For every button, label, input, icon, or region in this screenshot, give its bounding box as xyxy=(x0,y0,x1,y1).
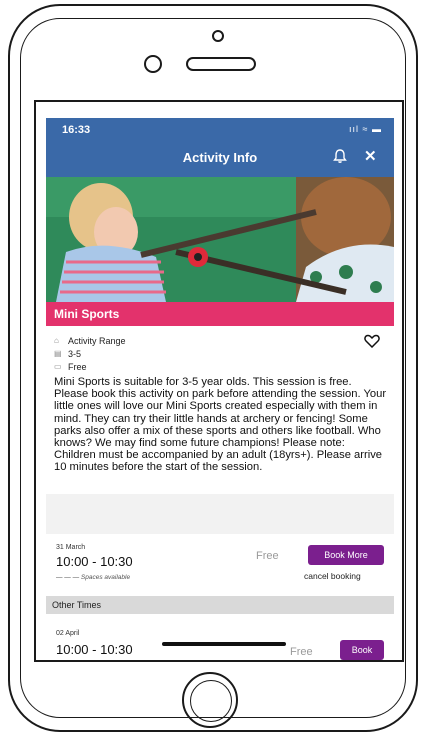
slot-date: 31 March xyxy=(56,544,86,551)
meta-ages-label: 3-5 xyxy=(68,348,82,359)
home-button[interactable] xyxy=(182,672,238,728)
other-slot-date: 02 April xyxy=(56,630,80,637)
section-divider xyxy=(46,494,394,534)
camera-icon xyxy=(212,30,224,42)
meta-price-label: Free xyxy=(68,361,87,372)
category-icon: ⌂ xyxy=(54,336,59,345)
slot-spaces-available: — — — Spaces available xyxy=(56,574,131,581)
close-icon[interactable]: ✕ xyxy=(364,147,377,165)
meta-price: ▭ Free xyxy=(54,360,126,373)
heart-icon[interactable] xyxy=(364,334,380,348)
book-more-button[interactable]: Book More xyxy=(308,545,384,565)
slot-time: 10:00 - 10:30 xyxy=(56,554,133,569)
speaker-grille xyxy=(186,57,256,71)
cancel-booking-link[interactable]: cancel booking xyxy=(304,571,361,581)
status-signal-wifi-battery-icon: ııl ≈ ▬ xyxy=(349,124,382,134)
ticket-icon: ▭ xyxy=(54,362,62,371)
other-time-slot: 02 April 10:00 - 10:30 Free Book xyxy=(46,614,394,660)
app-screen: 16:33 ııl ≈ ▬ Activity Info ✕ Mini Sport… xyxy=(46,118,394,660)
bell-icon[interactable] xyxy=(332,148,348,164)
activity-meta: ⌂ Activity Range ▤ 3-5 ▭ Free xyxy=(54,334,126,373)
meta-category: ⌂ Activity Range xyxy=(54,334,126,347)
booking-slot: 31 March 10:00 - 10:30 — — — Spaces avai… xyxy=(46,534,394,586)
sensor-icon xyxy=(144,55,162,73)
other-slot-book-button[interactable]: Book xyxy=(340,640,384,660)
other-slot-time: 10:00 - 10:30 xyxy=(56,642,133,657)
phone-mockup: 16:33 ııl ≈ ▬ Activity Info ✕ Mini Sport… xyxy=(0,0,428,738)
app-header: 16:33 ııl ≈ ▬ Activity Info ✕ xyxy=(46,118,394,177)
meta-category-label: Activity Range xyxy=(68,335,126,346)
calendar-icon: ▤ xyxy=(54,349,62,358)
home-indicator[interactable] xyxy=(162,642,286,646)
meta-ages: ▤ 3-5 xyxy=(54,347,126,360)
activity-photo xyxy=(46,177,394,302)
phone-screen: 16:33 ııl ≈ ▬ Activity Info ✕ Mini Sport… xyxy=(34,100,404,662)
other-slot-price: Free xyxy=(290,646,313,658)
status-time: 16:33 xyxy=(62,124,91,136)
other-times-header: Other Times xyxy=(46,596,394,614)
slot-price: Free xyxy=(256,550,279,562)
activity-description: Mini Sports is suitable for 3-5 year old… xyxy=(54,376,387,474)
activity-title-banner: Mini Sports xyxy=(46,302,394,326)
